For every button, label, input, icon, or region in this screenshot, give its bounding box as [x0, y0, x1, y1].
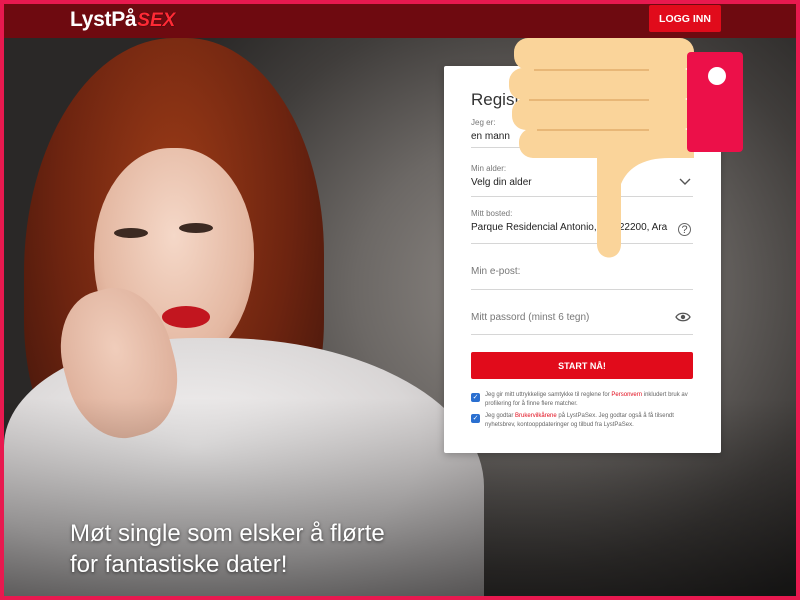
- tagline-line-2: for fantastiske dater!: [70, 551, 288, 578]
- password-placeholder: Mitt passord (minst 6 tegn): [471, 312, 590, 323]
- logo[interactable]: LystPå SEX: [70, 8, 175, 36]
- consent-privacy-text: Jeg gir mitt uttrykkelige samtykke til r…: [485, 391, 697, 409]
- hero-lips: [162, 306, 210, 328]
- password-field[interactable]: Mitt passord (minst 6 tegn): [471, 312, 693, 335]
- privacy-link[interactable]: Personvern: [611, 392, 642, 398]
- consent-terms-lead: Jeg godtar: [485, 413, 514, 419]
- start-now-button[interactable]: START NÅ!: [471, 352, 693, 379]
- check-icon[interactable]: ✓: [471, 393, 480, 402]
- email-field[interactable]: Min e-post:: [471, 266, 693, 290]
- hero-eye-left: [114, 228, 148, 238]
- hero-eye-right: [179, 223, 213, 233]
- consent-terms-rest: på LystPaSex. Jeg godtar også å få tilse…: [485, 413, 674, 428]
- consent-terms[interactable]: ✓ Jeg godtar Brukervilkårene på LystPaSe…: [471, 412, 697, 430]
- consent-privacy-lead: Jeg gir mitt uttrykkelige samtykke til r…: [485, 392, 610, 398]
- check-icon[interactable]: ✓: [471, 414, 480, 423]
- top-header: LystPå SEX LOGG INN: [4, 4, 796, 38]
- terms-link[interactable]: Brukervilkårene: [515, 413, 557, 419]
- logo-text: LystPå: [70, 8, 137, 31]
- login-button[interactable]: LOGG INN: [649, 5, 721, 32]
- hero-tagline: Møt single som elsker å flørte for fanta…: [70, 518, 385, 580]
- logo-accent-text: SEX: [137, 10, 176, 31]
- consent-terms-text: Jeg godtar Brukervilkårene på LystPaSex.…: [485, 412, 697, 430]
- eye-icon[interactable]: [675, 311, 691, 323]
- tagline-line-1: Møt single som elsker å flørte: [70, 520, 385, 547]
- thumbs-down-icon: [509, 34, 749, 269]
- consent-privacy[interactable]: ✓ Jeg gir mitt uttrykkelige samtykke til…: [471, 391, 697, 409]
- page-frame: LystPå SEX LOGG INN Møt single som elske…: [4, 4, 796, 596]
